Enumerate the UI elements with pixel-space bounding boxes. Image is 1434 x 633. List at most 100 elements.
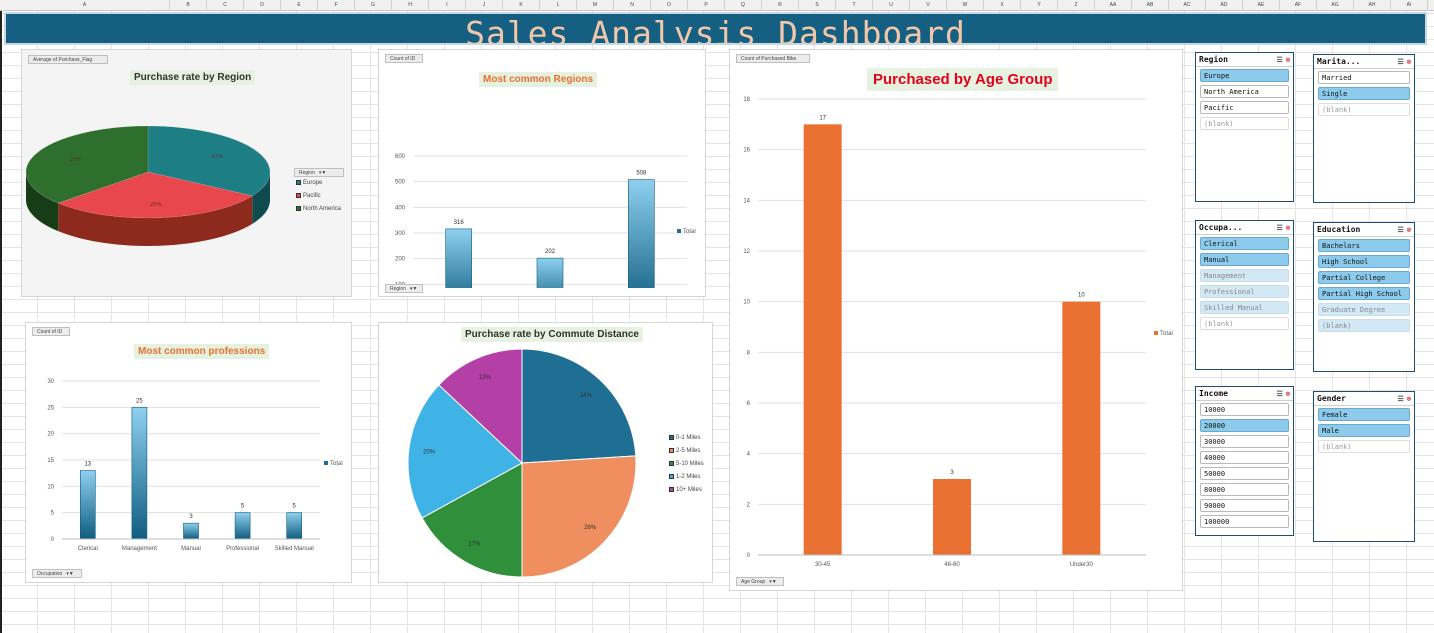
chart-purchased-by-age-group[interactable]: Count of Purchased Bike Purchased by Age… bbox=[729, 49, 1183, 591]
slicer-marital-status[interactable]: Marita... ☰ ⊗ Married Single (blank) bbox=[1313, 54, 1415, 203]
column-header-h[interactable]: H bbox=[392, 0, 429, 11]
slicer-item[interactable]: (blank) bbox=[1318, 319, 1410, 332]
column-header-w[interactable]: W bbox=[947, 0, 984, 11]
slicer-income[interactable]: Income ☰ ⊗ 10000 20000 30000 40000 50000 80000 90… bbox=[1195, 386, 1294, 536]
column-header-r[interactable]: R bbox=[762, 0, 799, 11]
slicer-item[interactable]: 50000 bbox=[1200, 467, 1289, 480]
column-header-v[interactable]: V bbox=[910, 0, 947, 11]
slicer-item[interactable]: Single bbox=[1318, 87, 1410, 100]
value-field-button[interactable]: Count of ID bbox=[32, 327, 70, 336]
axis-field-button[interactable]: Occupation ▾▼ bbox=[32, 569, 82, 578]
slicer-gender[interactable]: Gender ☰ ⊗ Female Male (blank) bbox=[1313, 391, 1415, 542]
slicer-item[interactable]: Management bbox=[1200, 269, 1289, 282]
slicer-item[interactable]: North America bbox=[1200, 85, 1289, 98]
column-header-g[interactable]: G bbox=[355, 0, 392, 11]
column-header-c[interactable]: C bbox=[207, 0, 244, 11]
multi-select-icon[interactable]: ☰ bbox=[1398, 58, 1404, 66]
slicer-item[interactable]: 90000 bbox=[1200, 499, 1289, 512]
bar[interactable] bbox=[234, 512, 251, 540]
bar[interactable] bbox=[286, 512, 303, 540]
slicer-item[interactable]: (blank) bbox=[1318, 440, 1410, 453]
multi-select-icon[interactable]: ☰ bbox=[1277, 56, 1283, 64]
axis-field-button[interactable]: Age Group ▾▼ bbox=[736, 577, 784, 586]
slicer-item[interactable]: Clerical bbox=[1200, 237, 1289, 250]
multi-select-icon[interactable]: ☰ bbox=[1398, 395, 1404, 403]
bar[interactable] bbox=[445, 228, 472, 288]
column-header-ai[interactable]: AI bbox=[1391, 0, 1428, 11]
slicer-item[interactable]: Married bbox=[1318, 71, 1410, 84]
column-header-ab[interactable]: AB bbox=[1132, 0, 1169, 11]
column-header-p[interactable]: P bbox=[688, 0, 725, 11]
column-header-ad[interactable]: AD bbox=[1206, 0, 1243, 11]
column-header-u[interactable]: U bbox=[873, 0, 910, 11]
slicer-education[interactable]: Education ☰ ⊗ Bachelors High School Partial C… bbox=[1313, 222, 1415, 372]
pie-slice[interactable] bbox=[521, 455, 637, 578]
column-header-q[interactable]: Q bbox=[725, 0, 762, 11]
column-header-ac[interactable]: AC bbox=[1169, 0, 1206, 11]
clear-filter-icon[interactable]: ⊗ bbox=[1407, 58, 1411, 66]
bar[interactable] bbox=[131, 407, 148, 540]
bar[interactable] bbox=[536, 257, 564, 288]
column-header-ag[interactable]: AG bbox=[1317, 0, 1354, 11]
column-header-j[interactable]: J bbox=[466, 0, 503, 11]
column-header-o[interactable]: O bbox=[651, 0, 688, 11]
slicer-item[interactable]: Europe bbox=[1200, 69, 1289, 82]
value-field-button[interactable]: Count of Purchased Bike bbox=[736, 54, 810, 63]
slicer-item[interactable]: 20000 bbox=[1200, 419, 1289, 432]
column-header-x[interactable]: X bbox=[984, 0, 1021, 11]
bar[interactable] bbox=[933, 479, 971, 555]
bar[interactable] bbox=[79, 470, 96, 540]
pie-slice[interactable] bbox=[521, 348, 637, 464]
column-header-z[interactable]: Z bbox=[1058, 0, 1095, 11]
chart-purchase-rate-by-commute[interactable]: Purchase rate by Commute Distance 24% 26%… bbox=[378, 322, 713, 583]
slicer-item[interactable]: Professional bbox=[1200, 285, 1289, 298]
slicer-item[interactable]: Skilled Manual bbox=[1200, 301, 1289, 314]
slicer-item[interactable]: High School bbox=[1318, 255, 1410, 268]
column-header-t[interactable]: T bbox=[836, 0, 873, 11]
value-field-button[interactable]: Average of Purchase_Flag bbox=[28, 55, 108, 64]
column-header-b[interactable]: B bbox=[170, 0, 207, 11]
column-header-d[interactable]: D bbox=[244, 0, 281, 11]
clear-filter-icon[interactable]: ⊗ bbox=[1286, 390, 1290, 398]
chart-most-common-professions[interactable]: Count of ID Most common professions 0 5 10… bbox=[25, 322, 352, 583]
column-header-af[interactable]: AF bbox=[1280, 0, 1317, 11]
dashboard-title-banner[interactable]: Sales Analysis Dashboard bbox=[4, 12, 1427, 45]
slicer-item[interactable]: 30000 bbox=[1200, 435, 1289, 448]
clear-filter-icon[interactable]: ⊗ bbox=[1407, 226, 1411, 234]
slicer-item[interactable]: Female bbox=[1318, 408, 1410, 421]
column-header-aa[interactable]: AA bbox=[1095, 0, 1132, 11]
chart-most-common-regions[interactable]: Count of ID Most common Regions 01002003… bbox=[378, 49, 706, 297]
column-header-l[interactable]: L bbox=[540, 0, 577, 11]
slicer-item[interactable]: Partial College bbox=[1318, 271, 1410, 284]
slicer-item[interactable]: Manual bbox=[1200, 253, 1289, 266]
slicer-item[interactable]: Partial High School bbox=[1318, 287, 1410, 300]
slicer-item[interactable]: 10000 bbox=[1200, 403, 1289, 416]
clear-filter-icon[interactable]: ⊗ bbox=[1407, 395, 1411, 403]
axis-field-button[interactable]: Region ▾▼ bbox=[385, 284, 423, 293]
column-header-y[interactable]: Y bbox=[1021, 0, 1058, 11]
slicer-item[interactable]: Graduate Degree bbox=[1318, 303, 1410, 316]
value-field-button[interactable]: Count of ID bbox=[385, 54, 423, 63]
bar[interactable] bbox=[183, 522, 199, 540]
bar[interactable] bbox=[803, 124, 842, 556]
column-header-m[interactable]: M bbox=[577, 0, 614, 11]
chart-purchase-rate-by-region[interactable]: Average of Purchase_Flag Purchase rate b… bbox=[21, 49, 352, 297]
column-header-ae[interactable]: AE bbox=[1243, 0, 1280, 11]
column-header-n[interactable]: N bbox=[614, 0, 651, 11]
slicer-occupation[interactable]: Occupa... ☰ ⊗ Clerical Manual Management Profe… bbox=[1195, 220, 1294, 370]
slicer-item[interactable]: (blank) bbox=[1318, 103, 1410, 116]
column-header-ah[interactable]: AH bbox=[1354, 0, 1391, 11]
column-header-k[interactable]: K bbox=[503, 0, 540, 11]
slicer-item[interactable]: 100000 bbox=[1200, 515, 1289, 528]
bar[interactable] bbox=[628, 179, 655, 288]
clear-filter-icon[interactable]: ⊗ bbox=[1286, 56, 1290, 64]
multi-select-icon[interactable]: ☰ bbox=[1277, 390, 1283, 398]
slicer-item[interactable]: Male bbox=[1318, 424, 1410, 437]
multi-select-icon[interactable]: ☰ bbox=[1277, 224, 1283, 232]
slicer-item[interactable]: 80000 bbox=[1200, 483, 1289, 496]
slicer-item[interactable]: Pacific bbox=[1200, 101, 1289, 114]
slicer-item[interactable]: (blank) bbox=[1200, 317, 1289, 330]
column-header-i[interactable]: I bbox=[429, 0, 466, 11]
slicer-item[interactable]: (blank) bbox=[1200, 117, 1289, 130]
slicer-item[interactable]: Bachelors bbox=[1318, 239, 1410, 252]
